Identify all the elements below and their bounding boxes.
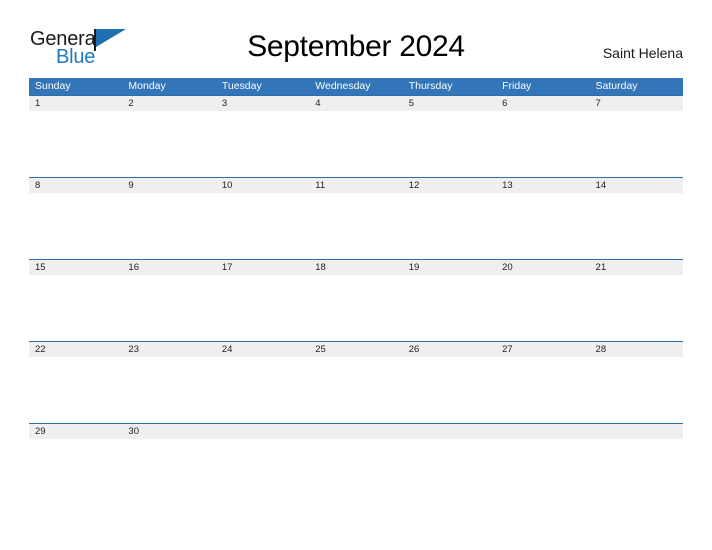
day-cell[interactable]: 8: [29, 178, 122, 193]
weekday-header-saturday: Saturday: [595, 80, 638, 92]
day-cell-empty: [216, 424, 309, 439]
day-cell[interactable]: 15: [29, 260, 122, 275]
weekday-header-monday: Monday: [128, 80, 166, 92]
calendar-page: General Blue September 2024 Saint Helena…: [0, 0, 712, 550]
day-cell[interactable]: 24: [216, 342, 309, 357]
weekday-header-friday: Friday: [502, 80, 532, 92]
page-header: General Blue September 2024 Saint Helena: [0, 0, 712, 78]
day-number-band: 1 2 3 4 5 6 7: [29, 96, 683, 111]
week-body[interactable]: [29, 275, 683, 341]
week-row: 22 23 24 25 26 27 28: [29, 341, 683, 423]
weekday-header-wednesday: Wednesday: [315, 80, 371, 92]
day-cell[interactable]: 7: [590, 96, 683, 111]
day-number-band: 8 9 10 11 12 13 14: [29, 178, 683, 193]
day-cell[interactable]: 10: [216, 178, 309, 193]
day-cell[interactable]: 29: [29, 424, 122, 439]
day-cell[interactable]: 2: [122, 96, 215, 111]
location-label: Saint Helena: [602, 45, 683, 61]
week-body[interactable]: [29, 193, 683, 259]
day-cell-empty: [496, 424, 589, 439]
day-cell-empty: [309, 424, 402, 439]
day-cell[interactable]: 30: [122, 424, 215, 439]
day-cell[interactable]: 27: [496, 342, 589, 357]
day-cell[interactable]: 17: [216, 260, 309, 275]
calendar-grid: Sunday Monday Tuesday Wednesday Thursday…: [29, 78, 683, 505]
week-row: 1 2 3 4 5 6 7: [29, 95, 683, 177]
day-cell-empty: [590, 424, 683, 439]
day-number-band: 15 16 17 18 19 20 21: [29, 260, 683, 275]
day-cell[interactable]: 13: [496, 178, 589, 193]
week-body[interactable]: [29, 111, 683, 177]
day-cell[interactable]: 28: [590, 342, 683, 357]
day-cell[interactable]: 9: [122, 178, 215, 193]
day-cell[interactable]: 14: [590, 178, 683, 193]
day-cell[interactable]: 19: [403, 260, 496, 275]
day-cell[interactable]: 26: [403, 342, 496, 357]
week-row: 29 30: [29, 423, 683, 505]
day-cell[interactable]: 12: [403, 178, 496, 193]
day-cell[interactable]: 3: [216, 96, 309, 111]
day-cell[interactable]: 6: [496, 96, 589, 111]
day-cell[interactable]: 25: [309, 342, 402, 357]
day-cell[interactable]: 5: [403, 96, 496, 111]
day-number-band: 29 30: [29, 424, 683, 439]
day-cell[interactable]: 4: [309, 96, 402, 111]
day-cell[interactable]: 21: [590, 260, 683, 275]
weekday-header-thursday: Thursday: [408, 80, 453, 92]
day-cell[interactable]: 18: [309, 260, 402, 275]
weekday-header-tuesday: Tuesday: [221, 80, 262, 92]
weekday-header-row: Sunday Monday Tuesday Wednesday Thursday…: [29, 78, 683, 95]
day-cell[interactable]: 1: [29, 96, 122, 111]
week-body[interactable]: [29, 439, 683, 505]
week-body[interactable]: [29, 357, 683, 423]
day-cell[interactable]: 11: [309, 178, 402, 193]
day-cell[interactable]: 23: [122, 342, 215, 357]
week-row: 15 16 17 18 19 20 21: [29, 259, 683, 341]
day-cell[interactable]: 20: [496, 260, 589, 275]
weekday-header-sunday: Sunday: [35, 80, 71, 92]
day-cell-empty: [403, 424, 496, 439]
day-cell[interactable]: 16: [122, 260, 215, 275]
day-cell[interactable]: 22: [29, 342, 122, 357]
week-row: 8 9 10 11 12 13 14: [29, 177, 683, 259]
day-number-band: 22 23 24 25 26 27 28: [29, 342, 683, 357]
